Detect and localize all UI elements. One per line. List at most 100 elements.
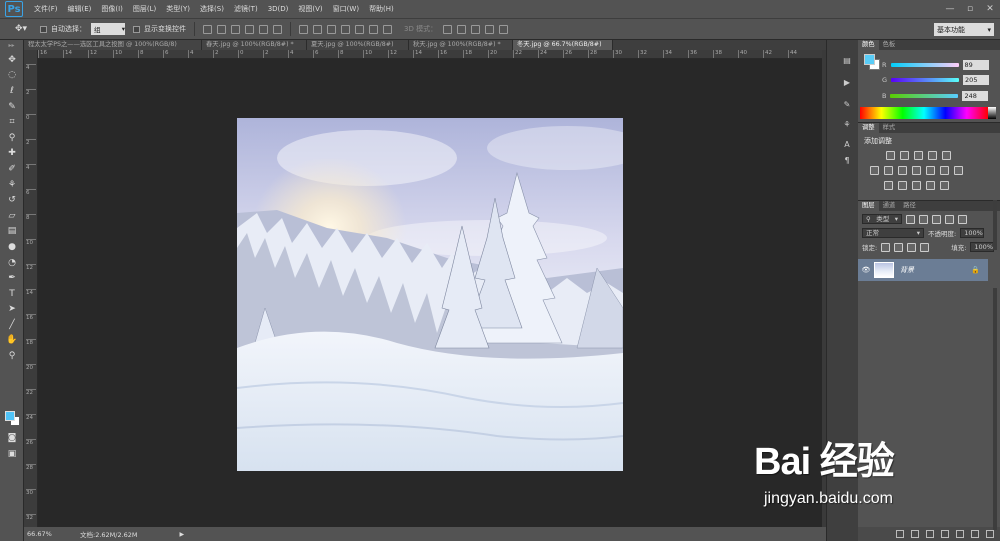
auto-select-dropdown[interactable]: 组 ▾ <box>91 23 125 35</box>
black-white-ramp[interactable] <box>988 107 996 119</box>
distribute-hcenter-icon[interactable] <box>355 24 364 34</box>
lock-transparency-icon[interactable] <box>881 242 891 252</box>
invert-icon[interactable] <box>954 166 963 175</box>
tab-color[interactable]: 颜色 <box>858 40 879 50</box>
marquee-tool-icon[interactable]: ◌ <box>0 68 24 84</box>
foreground-color-swatch[interactable] <box>864 54 875 65</box>
channel-mixer-icon[interactable] <box>926 166 935 175</box>
zoom-tool-icon[interactable]: ⚲ <box>0 348 24 364</box>
blend-mode-dropdown[interactable]: 正常 ▾ <box>862 228 924 238</box>
show-transform-checkbox[interactable] <box>133 25 140 33</box>
line-tool-icon[interactable]: ╱ <box>0 317 24 333</box>
new-layer-icon[interactable] <box>971 530 979 538</box>
tab-document[interactable]: 春天.jpg @ 100%(RGB/8#) * <box>202 40 307 50</box>
path-select-tool-icon[interactable]: ➤ <box>0 302 24 318</box>
color-spectrum[interactable] <box>860 107 988 119</box>
align-bottom-icon[interactable] <box>231 24 240 34</box>
distribute-left-icon[interactable] <box>341 24 350 34</box>
roll-3d-icon[interactable] <box>457 24 467 34</box>
foreground-color-swatch[interactable] <box>5 411 15 421</box>
menu-window[interactable]: 窗口(W) <box>328 4 364 14</box>
tab-document[interactable]: 秋天.jpg @ 100%(RGB/8#) * <box>409 40 513 50</box>
brightness-icon[interactable] <box>886 151 895 160</box>
eye-icon[interactable]: 👁 <box>858 266 874 274</box>
align-left-icon[interactable] <box>245 24 254 34</box>
exposure-icon[interactable] <box>928 151 937 160</box>
adjustment-filter-icon[interactable] <box>919 214 928 224</box>
gradient-tool-icon[interactable]: ▤ <box>0 224 24 240</box>
align-vcenter-icon[interactable] <box>217 24 226 34</box>
toolbox-collapse-icon[interactable]: ▸▸ <box>0 40 23 52</box>
brush-tool-icon[interactable]: ✐ <box>0 161 24 177</box>
blur-tool-icon[interactable]: ● <box>0 239 24 255</box>
color-balance-icon[interactable] <box>884 166 893 175</box>
levels-icon[interactable] <box>900 151 909 160</box>
quick-mask-icon[interactable]: ◙ <box>0 430 24 446</box>
pen-tool-icon[interactable]: ✒ <box>0 270 24 286</box>
hue-saturation-icon[interactable] <box>870 166 879 175</box>
channel-value-input[interactable]: 248 <box>962 91 989 101</box>
menu-type[interactable]: 类型(Y) <box>161 4 195 14</box>
lock-pixels-icon[interactable] <box>894 242 904 252</box>
dodge-tool-icon[interactable]: ◔ <box>0 255 24 271</box>
tab-swatches[interactable]: 色板 <box>879 40 900 50</box>
fill-input[interactable]: 100% <box>970 242 995 252</box>
close-icon[interactable]: ✕ <box>980 0 1000 18</box>
posterize-icon[interactable] <box>884 181 893 190</box>
paragraph-panel-icon[interactable]: ¶ <box>841 156 853 168</box>
scale-3d-icon[interactable] <box>499 24 509 34</box>
workspace-dropdown[interactable]: 基本功能 ▾ <box>934 23 994 36</box>
pixel-filter-icon[interactable] <box>906 214 915 224</box>
distribute-top-icon[interactable] <box>299 24 308 34</box>
rotate-3d-icon[interactable] <box>443 24 453 34</box>
link-layers-icon[interactable] <box>896 530 904 538</box>
channel-value-input[interactable]: 205 <box>963 75 990 85</box>
menu-file[interactable]: 文件(F) <box>29 4 63 14</box>
shape-filter-icon[interactable] <box>945 214 954 224</box>
slider-b[interactable]: B 248 <box>882 90 989 102</box>
distribute-right-icon[interactable] <box>369 24 378 34</box>
menu-3d[interactable]: 3D(D) <box>263 5 294 13</box>
black-white-icon[interactable] <box>898 166 907 175</box>
lock-position-icon[interactable] <box>907 242 917 252</box>
auto-align-icon[interactable] <box>383 24 392 34</box>
slider-track[interactable] <box>890 63 959 67</box>
eraser-tool-icon[interactable]: ▱ <box>0 208 24 224</box>
color-lookup-icon[interactable] <box>940 166 949 175</box>
eyedropper-tool-icon[interactable]: ⚲ <box>0 130 24 146</box>
layer-kind-filter[interactable]: ⚲ 类型 ▾ <box>862 214 902 224</box>
status-menu-icon[interactable]: ▶ <box>180 531 185 538</box>
new-adjustment-layer-icon[interactable] <box>941 530 949 538</box>
layer-style-icon[interactable] <box>911 530 919 538</box>
clone-stamp-tool-icon[interactable]: ⚘ <box>0 177 24 193</box>
threshold-icon[interactable] <box>898 181 907 190</box>
curves-icon[interactable] <box>914 151 923 160</box>
slide-3d-icon[interactable] <box>485 24 495 34</box>
tab-layers[interactable]: 图层 <box>858 201 879 211</box>
smart-object-filter-icon[interactable] <box>958 214 967 224</box>
distribute-bottom-icon[interactable] <box>327 24 336 34</box>
panel-scrollbar[interactable] <box>993 200 997 250</box>
channel-value-input[interactable]: 89 <box>962 60 989 70</box>
zoom-level[interactable]: 66.67% <box>24 530 52 538</box>
minimize-icon[interactable]: — <box>940 0 960 18</box>
menu-view[interactable]: 视图(V) <box>293 4 327 14</box>
tab-adjustments[interactable]: 调整 <box>858 123 879 133</box>
align-hcenter-icon[interactable] <box>259 24 268 34</box>
character-panel-icon[interactable]: A <box>841 140 853 152</box>
tab-paths[interactable]: 路径 <box>899 201 920 211</box>
add-mask-icon[interactable] <box>926 530 934 538</box>
layers-scrollbar[interactable] <box>993 288 997 530</box>
slider-r[interactable]: R 89 <box>882 59 989 71</box>
tab-document[interactable]: 程太太学PS之——选区工具之投图 @ 100%(RGB/8) <box>24 40 202 50</box>
canvas-area[interactable] <box>38 59 822 527</box>
slider-track[interactable] <box>890 94 959 98</box>
type-tool-icon[interactable]: T <box>0 286 24 302</box>
slider-track[interactable] <box>891 78 960 82</box>
menu-image[interactable]: 图像(I) <box>96 4 128 14</box>
healing-brush-tool-icon[interactable]: ✚ <box>0 146 24 162</box>
history-panel-icon[interactable]: ▤ <box>841 56 853 68</box>
lasso-tool-icon[interactable]: ℓ <box>0 83 24 99</box>
crop-tool-icon[interactable]: ⌗ <box>0 114 24 130</box>
tab-channels[interactable]: 通道 <box>879 201 900 211</box>
